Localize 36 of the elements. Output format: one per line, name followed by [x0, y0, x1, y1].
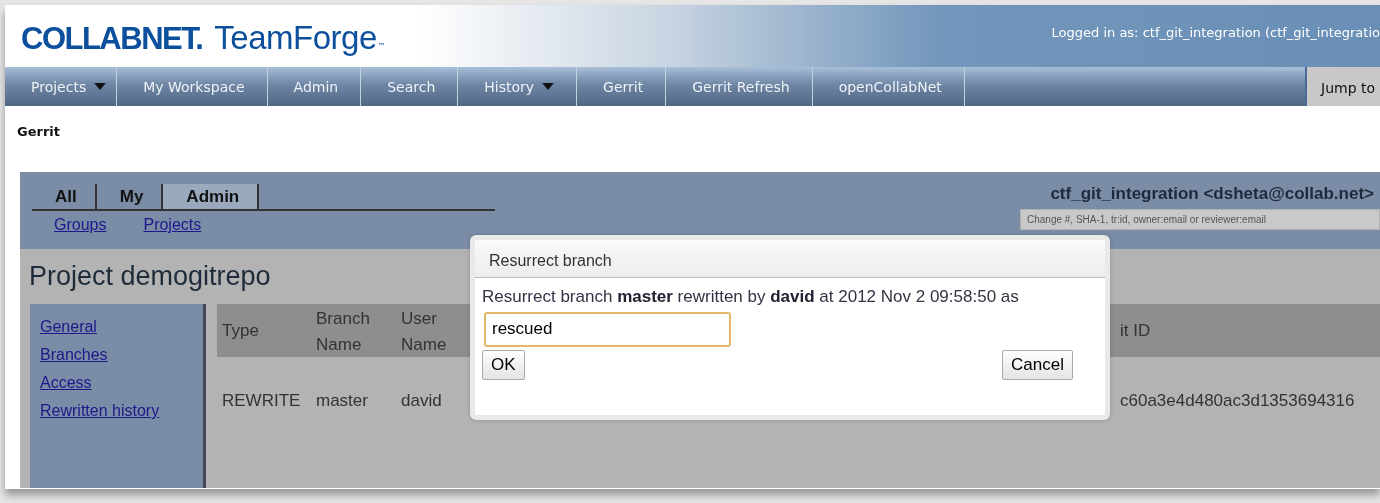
jump-to-button[interactable]: Jump to — [1305, 67, 1380, 106]
search-field[interactable]: Change #, SHA-1, tr:id, owner:email or reviewer:email — [1020, 209, 1380, 230]
input-field[interactable]: rescued — [484, 311, 731, 347]
column-header: Branch Name — [316, 308, 371, 356]
nav-item[interactable]: Gerrit — [577, 67, 667, 106]
nav-item[interactable]: openCollabNet — [812, 67, 965, 106]
tab[interactable]: Admin — [163, 184, 260, 209]
page-title: Project demogitrepo — [29, 261, 271, 292]
sidebar-link[interactable]: Branches — [40, 346, 203, 364]
dialog-button[interactable]: Cancel — [1002, 349, 1073, 380]
nav-item[interactable]: Admin — [267, 67, 362, 106]
column-header: it ID — [1120, 320, 1151, 340]
nav-item[interactable]: History — [458, 67, 578, 106]
table-cell: c60a3e4d480ac3d1353694316 — [1120, 390, 1355, 410]
sidebar-link[interactable]: Access — [40, 374, 203, 392]
nav-item[interactable]: Gerrit Refresh — [666, 67, 813, 106]
link[interactable]: Groups — [54, 216, 107, 234]
dialog-message: Resurrect branch master rewritten by david at 2012 Nov 2 09:58:50 as — [481, 286, 1020, 308]
table-cell-text: master — [316, 389, 368, 412]
dialog-title: Resurrect branch — [475, 240, 1105, 278]
table-cell: REWRITE — [222, 390, 301, 410]
nav-item[interactable]: Search — [361, 67, 459, 106]
nav-item[interactable]: My Workspace — [117, 67, 268, 106]
link[interactable]: Projects — [143, 216, 202, 234]
column-header: Type — [222, 320, 259, 340]
nav-item[interactable]: Projects — [5, 67, 118, 106]
table-cell-text: david — [401, 389, 442, 412]
column-header: User Name — [401, 308, 448, 356]
sidebar-link[interactable]: Rewritten history — [40, 402, 203, 420]
logo: COLLABNET. TeamForge™ — [20, 18, 386, 57]
tab[interactable]: All — [32, 184, 97, 209]
sidebar-link[interactable]: General — [40, 318, 203, 336]
user-text: ctf_git_integration <dsheta@collab.net> — [1050, 184, 1374, 204]
breadcrumb: Gerrit — [16, 123, 61, 141]
login-text: Logged in as: ctf_git_integration (ctf_git_integratio — [1051, 25, 1380, 40]
dialog-button[interactable]: OK — [482, 349, 525, 380]
